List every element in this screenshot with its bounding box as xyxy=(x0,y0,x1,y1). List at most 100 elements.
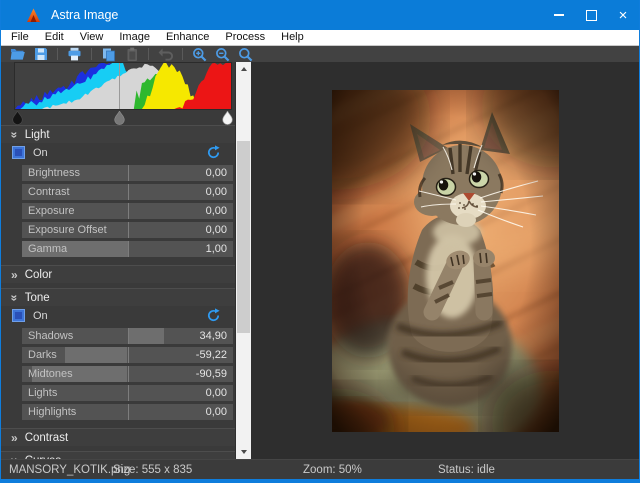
adjustments-panel: » Light On Brightness 0,00 xyxy=(1,62,251,459)
scrollbar-thumb[interactable] xyxy=(237,141,250,333)
print-button[interactable] xyxy=(66,47,83,62)
menu-file[interactable]: File xyxy=(3,30,37,45)
scroll-up-button[interactable] xyxy=(236,62,251,76)
slider-center-mark xyxy=(128,347,129,363)
histogram-svg xyxy=(15,63,231,109)
tone-on-row: On xyxy=(1,306,235,325)
section-tone-header[interactable]: » Tone xyxy=(1,288,235,306)
toolbar-separator xyxy=(182,48,183,60)
mid-point-handle[interactable] xyxy=(113,111,126,125)
slider-label: Exposure xyxy=(28,203,74,219)
black-point-handle[interactable] xyxy=(11,111,24,125)
tone-reset-icon[interactable] xyxy=(206,308,221,323)
histogram-handles xyxy=(14,111,232,125)
panel-scrollbar[interactable] xyxy=(235,62,251,459)
slider-value: 0,00 xyxy=(206,184,227,200)
slider-center-mark xyxy=(128,241,129,257)
slider-shadows[interactable]: Shadows 34,90 xyxy=(22,328,233,344)
slider-value: 0,00 xyxy=(206,203,227,219)
white-point-handle[interactable] xyxy=(221,111,234,125)
toolbar xyxy=(1,46,639,62)
minimize-icon xyxy=(554,14,564,16)
section-color-header[interactable]: » Color xyxy=(1,265,235,283)
slider-center-mark xyxy=(128,385,129,401)
section-tone-title: Tone xyxy=(25,292,50,304)
light-on-checkbox[interactable] xyxy=(12,146,25,159)
zoom-out-button[interactable] xyxy=(214,47,231,62)
slider-center-mark xyxy=(128,222,129,238)
section-contrast-title: Contrast xyxy=(25,432,68,444)
scroll-down-button[interactable] xyxy=(236,445,251,459)
chevron-down-icon: » xyxy=(8,294,20,301)
paste-button[interactable] xyxy=(123,47,140,62)
undo-icon xyxy=(158,47,174,61)
section-contrast-header[interactable]: » Contrast xyxy=(1,428,235,446)
maximize-icon xyxy=(586,10,597,21)
slider-fill xyxy=(128,328,165,344)
zoom-in-button[interactable] xyxy=(191,47,208,62)
slider-center-mark xyxy=(128,366,129,382)
slider-value: 0,00 xyxy=(206,165,227,181)
menu-enhance[interactable]: Enhance xyxy=(158,30,217,45)
light-reset-icon[interactable] xyxy=(206,145,221,160)
app-logo-icon xyxy=(25,7,42,23)
menu-view[interactable]: View xyxy=(72,30,112,45)
slider-gamma[interactable]: Gamma 1,00 xyxy=(22,241,233,257)
slider-label: Lights xyxy=(28,385,57,401)
zoom-icon xyxy=(238,47,253,62)
statusbar: MANSORY_KOTIK.png Size: 555 x 835 Zoom: … xyxy=(1,459,639,481)
zoom-tool-button[interactable] xyxy=(237,47,254,62)
tone-on-checkbox[interactable] xyxy=(12,309,25,322)
chevron-right-icon: » xyxy=(11,269,18,281)
section-color-title: Color xyxy=(25,269,52,281)
slider-darks[interactable]: Darks -59,22 xyxy=(22,347,233,363)
slider-label: Brightness xyxy=(28,165,80,181)
section-light-title: Light xyxy=(25,129,50,141)
slider-value: 34,90 xyxy=(199,328,227,344)
menu-process[interactable]: Process xyxy=(217,30,273,45)
slider-label: Darks xyxy=(28,347,57,363)
cat-photo xyxy=(332,90,559,432)
image-canvas[interactable] xyxy=(251,62,639,459)
slider-contrast[interactable]: Contrast 0,00 xyxy=(22,184,233,200)
slider-value: 0,00 xyxy=(206,385,227,401)
menu-help[interactable]: Help xyxy=(273,30,312,45)
maximize-button[interactable] xyxy=(575,0,607,30)
minimize-button[interactable] xyxy=(543,0,575,30)
slider-midtones[interactable]: Midtones -90,59 xyxy=(22,366,233,382)
status-zoom: Zoom: 50% xyxy=(303,460,362,480)
titlebar[interactable]: Astra Image × xyxy=(1,0,639,30)
app-window: Astra Image × File Edit View Image Enhan… xyxy=(0,0,640,483)
slider-highlights[interactable]: Highlights 0,00 xyxy=(22,404,233,420)
close-button[interactable]: × xyxy=(607,0,639,30)
slider-center-mark xyxy=(128,184,129,200)
save-button[interactable] xyxy=(32,47,49,62)
menubar: File Edit View Image Enhance Process Hel… xyxy=(1,30,639,46)
arrow-down-icon xyxy=(241,450,247,454)
slider-label: Midtones xyxy=(28,366,73,382)
tone-on-label: On xyxy=(33,310,48,322)
window-title: Astra Image xyxy=(51,8,118,22)
slider-value: 0,00 xyxy=(206,222,227,238)
slider-fill xyxy=(65,347,127,363)
toolbar-separator xyxy=(91,48,92,60)
paste-icon xyxy=(125,47,139,62)
slider-center-mark xyxy=(128,404,129,420)
light-on-label: On xyxy=(33,147,48,159)
open-button[interactable] xyxy=(9,47,26,62)
histogram[interactable] xyxy=(14,62,232,110)
slider-brightness[interactable]: Brightness 0,00 xyxy=(22,165,233,181)
light-on-row: On xyxy=(1,143,235,162)
slider-value: 0,00 xyxy=(206,404,227,420)
section-light-header[interactable]: » Light xyxy=(1,125,235,143)
section-curves-header[interactable]: » Curves xyxy=(1,451,235,459)
copy-button[interactable] xyxy=(100,47,117,62)
slider-exposure[interactable]: Exposure 0,00 xyxy=(22,203,233,219)
slider-exposure-offset[interactable]: Exposure Offset 0,00 xyxy=(22,222,233,238)
menu-image[interactable]: Image xyxy=(111,30,158,45)
undo-button[interactable] xyxy=(157,47,174,62)
slider-value: 1,00 xyxy=(206,241,227,257)
slider-label: Highlights xyxy=(28,404,76,420)
slider-lights[interactable]: Lights 0,00 xyxy=(22,385,233,401)
menu-edit[interactable]: Edit xyxy=(37,30,72,45)
